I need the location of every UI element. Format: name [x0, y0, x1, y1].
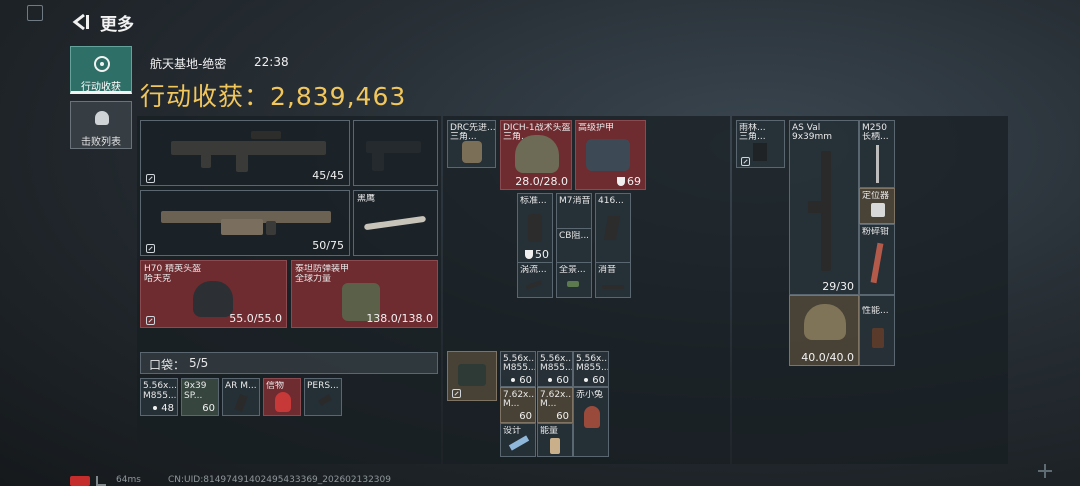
knife-name: 黑鹰: [357, 194, 376, 204]
backpack-item-design[interactable]: 设计: [500, 423, 536, 457]
item-m250[interactable]: M250 长柄...: [859, 120, 895, 188]
rifle-image: [171, 141, 326, 155]
pocket-label: 口袋：: [149, 358, 186, 372]
attachment-vortex[interactable]: 涡流...: [517, 262, 553, 298]
lock-icon: [146, 316, 155, 325]
knife-slot[interactable]: 黑鹰: [353, 190, 438, 256]
as-val-ammo: 29/30: [822, 280, 854, 293]
signal-icon: [96, 476, 106, 486]
match-time: 22:38: [254, 55, 289, 69]
attachment-armor-value: 50: [535, 248, 549, 261]
pocket-item-ar-mag[interactable]: AR M...: [222, 378, 260, 416]
pocket-count: 5/5: [189, 356, 209, 370]
lock-icon: [146, 174, 155, 183]
backpack-item-556-1[interactable]: 5.56x... M855... 60: [500, 351, 536, 387]
right-helmet-durability: 40.0/40.0: [801, 351, 854, 364]
harvest-title: 行动收获：2,839,463: [140, 77, 406, 113]
attachment-cb[interactable]: CB阻...: [556, 228, 592, 263]
back-label: 更多: [100, 14, 134, 35]
armor-durability: 138.0/138.0: [366, 312, 433, 325]
primary2-ammo: 50/75: [312, 239, 344, 252]
backpack-item-energy[interactable]: 能量: [537, 423, 573, 457]
knife-image: [363, 215, 427, 231]
lock-icon: [146, 244, 155, 253]
armor-level: 69: [627, 175, 641, 188]
backpack-item-556-3[interactable]: 5.56x... M855... 60: [573, 351, 609, 387]
helmet-slot[interactable]: H70 精英头盔 哈夫克 55.0/55.0: [140, 260, 287, 328]
primary-weapon-slot-2[interactable]: 50/75: [140, 190, 350, 256]
pocket-header: 口袋： 5/5: [140, 352, 438, 374]
tab-harvest[interactable]: 行动收获: [70, 46, 132, 94]
skull-icon: [95, 111, 109, 125]
backpack-item-556-2[interactable]: 5.56x... M855... 60: [537, 351, 573, 387]
pocket-item-ammo-556[interactable]: 5.56x... M855... 48: [140, 378, 178, 416]
uid-text: CN:UID:8149749140249543336​9_20260213230…: [168, 475, 391, 485]
backpack-item-762-1[interactable]: 7.62x... M... 60: [500, 387, 536, 423]
attachment-m7-suppressor[interactable]: M7消音: [556, 193, 592, 229]
attachment-416[interactable]: 416...: [595, 193, 631, 263]
backpack-case[interactable]: [447, 351, 497, 401]
attachment-standard[interactable]: 标准... 50: [517, 193, 553, 263]
armor-name: 泰坦防弹装甲: [295, 264, 350, 274]
helmet-name: H70 精英头盔: [144, 264, 202, 274]
backpack-item-762-2[interactable]: 7.62x... M... 60: [537, 387, 573, 423]
rig-item-armor[interactable]: 高级护甲 69: [575, 120, 646, 190]
helmet-durability: 55.0/55.0: [229, 312, 282, 325]
menu-square-icon[interactable]: [27, 5, 43, 21]
armor-slot[interactable]: 泰坦防弹装甲 全球力量 138.0/138.0: [291, 260, 438, 328]
primary1-ammo: 45/45: [312, 169, 344, 182]
rig-item-dich-helmet[interactable]: DICH-1战术头盔 三角... 28.0/28.0: [500, 120, 572, 190]
plus-icon[interactable]: [1038, 464, 1052, 478]
back-button[interactable]: 更多: [70, 10, 134, 35]
shield-icon: [617, 177, 625, 186]
helmet-image: [193, 281, 233, 317]
shield-icon: [525, 250, 533, 259]
armor-sub: 全球力量: [295, 274, 332, 284]
helmet-sub: 哈夫克: [144, 274, 172, 284]
target-icon: [94, 56, 110, 72]
item-locator[interactable]: 定位器: [859, 188, 895, 224]
pocket-item-qty: 48: [161, 403, 174, 414]
pocket-item-pers[interactable]: PERS...: [304, 378, 342, 416]
pocket-item-ammo-9x39[interactable]: 9x39 SP... 60: [181, 378, 219, 416]
rig-item-drc[interactable]: DRC先进... 三角...: [447, 120, 496, 168]
pocket-item-qty: 60: [202, 403, 215, 414]
harvest-value: 2,839,463: [270, 82, 407, 111]
dich-durability: 28.0/28.0: [515, 175, 568, 188]
tab-harvest-label: 行动收获: [81, 82, 121, 93]
attachment-panoramic[interactable]: 全景...: [556, 262, 592, 298]
item-performance[interactable]: 性能...: [859, 295, 895, 366]
item-crusher[interactable]: 粉碎钳: [859, 224, 895, 295]
battery-icon: [70, 476, 90, 486]
ping-value: 64ms: [116, 475, 141, 485]
right-case-item[interactable]: 雨林... 三角...: [736, 120, 785, 168]
pistol-slot[interactable]: [353, 120, 438, 186]
map-name: 航天基地-绝密: [150, 57, 227, 71]
right-helmet[interactable]: 40.0/40.0: [789, 295, 859, 366]
pocket-item-token[interactable]: 信物: [263, 378, 301, 416]
primary-weapon-slot-1[interactable]: 45/45: [140, 120, 350, 186]
lock-icon: [452, 389, 461, 398]
backpack-item-red-rabbit[interactable]: 赤小兔: [573, 387, 609, 457]
tab-kills-label: 击败列表: [81, 137, 121, 148]
lock-icon: [741, 157, 750, 166]
tab-kills[interactable]: 击败列表: [70, 101, 132, 149]
back-arrow-icon: [72, 13, 89, 31]
as-val-weapon[interactable]: AS Val 9x39mm 29/30: [789, 120, 859, 295]
attachment-suppressor[interactable]: 消音: [595, 262, 631, 298]
harvest-label: 行动收获：: [140, 82, 271, 111]
